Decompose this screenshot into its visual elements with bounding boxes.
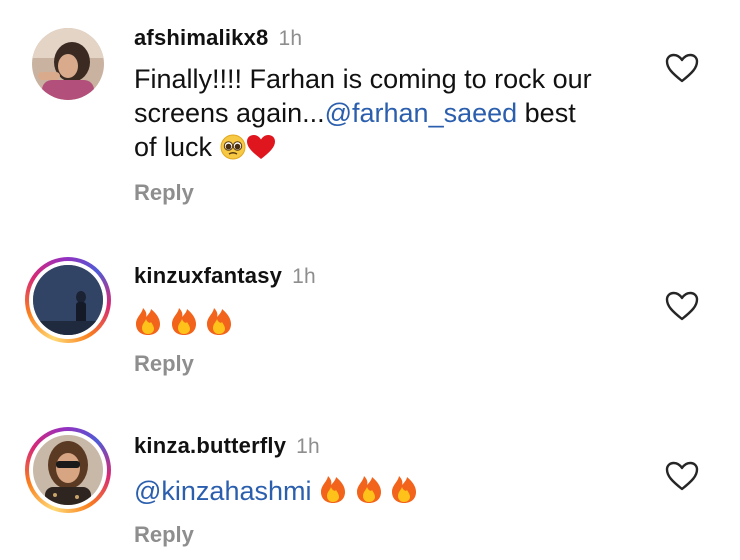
timestamp: 1h bbox=[278, 27, 303, 50]
like-heart-icon[interactable] bbox=[664, 460, 700, 492]
reply-button[interactable]: Reply bbox=[134, 180, 194, 206]
mention-link[interactable]: @farhan_saeed bbox=[325, 98, 518, 128]
timestamp: 1h bbox=[296, 435, 320, 458]
like-heart-icon[interactable] bbox=[664, 52, 700, 84]
comment-text-line: Finally!!!! Farhan is coming to rock our bbox=[134, 64, 592, 94]
avatar-photo bbox=[33, 435, 103, 505]
comment-username[interactable]: kinzuxfantasy 1h bbox=[134, 263, 316, 289]
timestamp: 1h bbox=[292, 265, 316, 288]
comment-text-line: of luck bbox=[134, 132, 213, 162]
reply-button[interactable]: Reply bbox=[134, 351, 194, 377]
fire-icon bbox=[205, 306, 233, 344]
username-text[interactable]: afshimalikx8 bbox=[134, 25, 268, 50]
comment-username[interactable]: kinza.butterfly 1h bbox=[134, 433, 320, 459]
avatar[interactable] bbox=[25, 257, 111, 343]
red-heart-icon bbox=[246, 134, 276, 168]
fire-icon bbox=[170, 306, 198, 344]
comment-text-line: screens again... bbox=[134, 98, 325, 128]
comment-text: Finally!!!! Farhan is coming to rock our… bbox=[134, 62, 644, 168]
avatar[interactable] bbox=[32, 28, 104, 100]
reply-button[interactable]: Reply bbox=[134, 522, 194, 548]
mention-link[interactable]: @kinzahashmi bbox=[134, 476, 311, 506]
username-text[interactable]: kinzuxfantasy bbox=[134, 263, 282, 288]
fire-icon bbox=[134, 306, 162, 344]
fire-icon bbox=[390, 474, 418, 512]
pleading-face-icon bbox=[220, 134, 246, 168]
comment-text bbox=[134, 306, 644, 344]
comment-username[interactable]: afshimalikx8 1h bbox=[134, 25, 302, 51]
avatar-photo bbox=[33, 265, 103, 335]
username-text[interactable]: kinza.butterfly bbox=[134, 433, 286, 458]
comment-text-line: best bbox=[517, 98, 576, 128]
comment-text: @kinzahashmi bbox=[134, 474, 644, 512]
fire-icon bbox=[355, 474, 383, 512]
fire-icon bbox=[319, 474, 347, 512]
like-heart-icon[interactable] bbox=[664, 290, 700, 322]
avatar[interactable] bbox=[25, 427, 111, 513]
